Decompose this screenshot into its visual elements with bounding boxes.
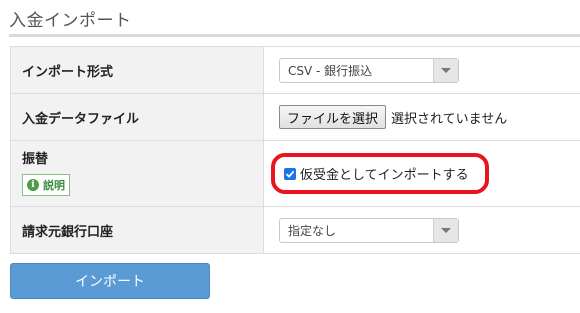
suspense-checkbox[interactable] bbox=[284, 167, 296, 180]
chevron-down-icon bbox=[433, 218, 458, 242]
import-format-selected: CSV - 銀行振込 bbox=[288, 63, 373, 78]
billing-bank-label: 請求元銀行口座 bbox=[10, 206, 264, 254]
billing-bank-select[interactable]: 指定なし bbox=[279, 217, 459, 243]
deposit-file-label: 入金データファイル bbox=[10, 93, 264, 141]
choose-file-button[interactable]: ファイルを選択 bbox=[279, 105, 387, 129]
checkmark-icon bbox=[285, 170, 295, 178]
form-row-import-format: インポート形式 CSV - 銀行振込 bbox=[10, 46, 580, 94]
chevron-down-icon bbox=[433, 58, 458, 82]
file-status-text: 選択されていません bbox=[391, 111, 508, 127]
suspense-checkbox-label[interactable]: 仮受金としてインポートする bbox=[300, 164, 469, 183]
form-row-billing-bank: 請求元銀行口座 指定なし bbox=[10, 206, 580, 254]
import-form-table: インポート形式 CSV - 銀行振込 入金データファイル ファイルを選択 選択さ… bbox=[10, 46, 580, 254]
highlight-annotation: 仮受金としてインポートする bbox=[271, 153, 489, 194]
page-title: 入金インポート bbox=[9, 11, 132, 31]
help-button[interactable]: i 説明 bbox=[22, 174, 70, 196]
info-icon: i bbox=[27, 179, 39, 191]
import-button[interactable]: インポート bbox=[10, 263, 210, 299]
title-divider bbox=[9, 34, 580, 37]
import-format-label: インポート形式 bbox=[10, 46, 264, 94]
form-row-transfer: 振替 i 説明 仮受金としてインポートする bbox=[10, 140, 580, 207]
form-row-deposit-file: 入金データファイル ファイルを選択 選択されていません bbox=[10, 93, 580, 141]
transfer-label: 振替 bbox=[22, 152, 49, 167]
billing-bank-selected: 指定なし bbox=[288, 223, 337, 238]
help-label: 説明 bbox=[43, 179, 65, 192]
import-format-select[interactable]: CSV - 銀行振込 bbox=[279, 57, 459, 83]
